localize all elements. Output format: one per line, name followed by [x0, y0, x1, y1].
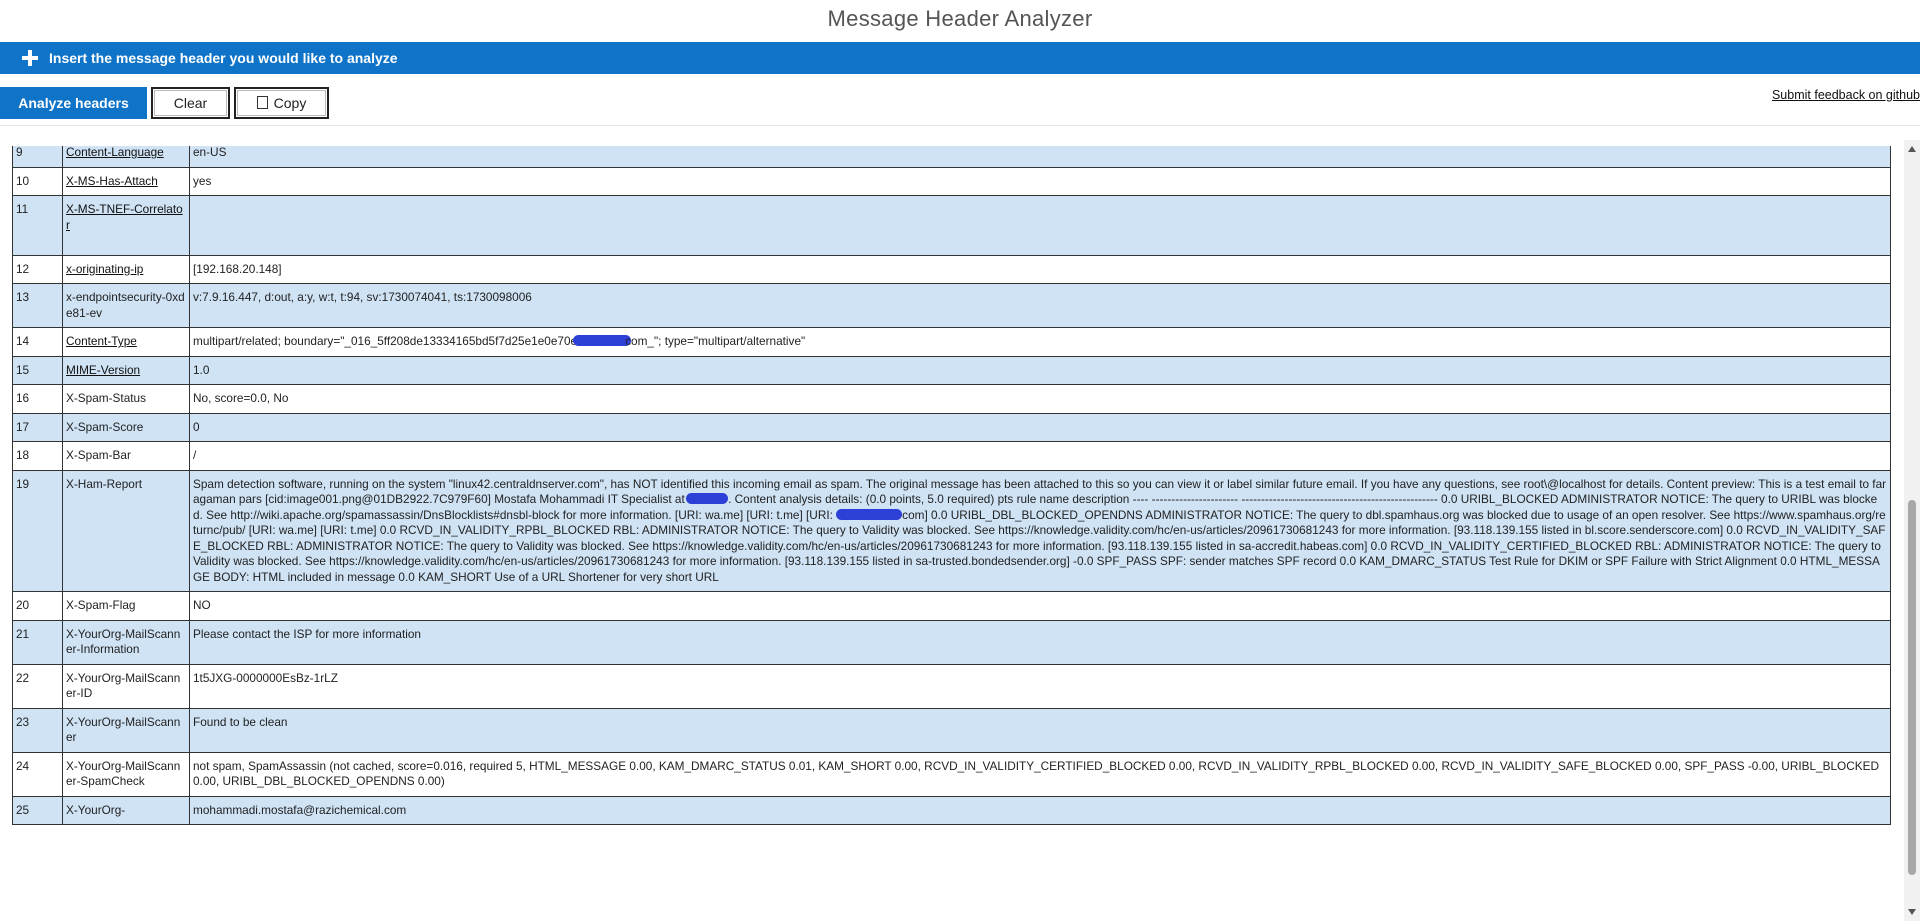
copy-button[interactable]: Copy: [234, 87, 329, 119]
header-value: [189, 195, 1891, 256]
redaction-mark: [686, 493, 729, 504]
header-value: [192.168.20.148]: [189, 254, 1891, 284]
header-name: X-Ham-Report: [62, 469, 190, 592]
redaction-mark: [573, 335, 632, 346]
copy-icon: [253, 92, 268, 109]
table-row: 11 X-MS-TNEF-Correlator: [12, 195, 1891, 256]
row-number: 24: [12, 751, 63, 797]
header-name-link[interactable]: X-MS-TNEF-Correlator: [66, 202, 183, 232]
header-value: 1.0: [189, 355, 1891, 385]
table-row: 22 X-YourOrg-MailScanner-ID 1t5JXG-00000…: [12, 663, 1891, 709]
row-number: 15: [12, 355, 63, 385]
header-value: Spam detection software, running on the …: [189, 469, 1891, 592]
toolbar: Analyze headers Clear Copy Submit feedba…: [0, 84, 1920, 122]
table-row: 17 X-Spam-Score 0: [12, 412, 1891, 442]
row-number: 20: [12, 591, 63, 621]
header-value: multipart/related; boundary="_016_5ff208…: [189, 327, 1891, 357]
insert-header-label: Insert the message header you would like…: [49, 50, 398, 66]
header-name-link[interactable]: MIME-Version: [66, 363, 140, 377]
row-number: 25: [12, 795, 63, 825]
table-row: 15 MIME-Version 1.0: [12, 355, 1891, 385]
header-value: en-US: [189, 146, 1891, 168]
row-number: 21: [12, 619, 63, 665]
table-row: 13 x-endpointsecurity-0xde81-ev v:7.9.16…: [12, 283, 1891, 328]
table-row: 19 X-Ham-Report Spam detection software,…: [12, 469, 1891, 592]
header-value: No, score=0.0, No: [189, 384, 1891, 414]
table-row: 12 x-originating-ip [192.168.20.148]: [12, 254, 1891, 284]
header-name-link[interactable]: X-MS-Has-Attach: [66, 174, 158, 188]
header-name: X-Spam-Status: [62, 384, 190, 414]
header-name: X-YourOrg-: [62, 795, 190, 825]
table-row: 9 Content-Language en-US: [12, 146, 1891, 168]
row-number: 16: [12, 384, 63, 414]
header-value: 1t5JXG-0000000EsBz-1rLZ: [189, 663, 1891, 709]
header-value: yes: [189, 166, 1891, 196]
header-name: X-YourOrg-MailScanner-SpamCheck: [62, 751, 190, 797]
scrollbar-thumb[interactable]: [1908, 500, 1916, 875]
redaction-mark: [836, 508, 903, 520]
header-value: NO: [189, 591, 1891, 621]
table-row: 20 X-Spam-Flag NO: [12, 591, 1891, 621]
row-number: 12: [12, 254, 63, 284]
table-row: 23 X-YourOrg-MailScanner Found to be cle…: [12, 707, 1891, 753]
header-name: x-endpointsecurity-0xde81-ev: [62, 283, 190, 328]
header-name: X-YourOrg-MailScanner-ID: [62, 663, 190, 709]
table-row: 24 X-YourOrg-MailScanner-SpamCheck not s…: [12, 751, 1891, 797]
row-number: 18: [12, 441, 63, 471]
copy-button-label: Copy: [273, 95, 307, 111]
row-number: 14: [12, 327, 63, 357]
header-name: X-Spam-Flag: [62, 591, 190, 621]
header-name-link[interactable]: Content-Type: [66, 334, 137, 348]
headers-table: 9 Content-Language en-US 10 X-MS-Has-Att…: [12, 146, 1891, 825]
header-value: v:7.9.16.447, d:out, a:y, w:t, t:94, sv:…: [189, 283, 1891, 328]
table-row: 21 X-YourOrg-MailScanner-Information Ple…: [12, 619, 1891, 665]
content-type-value-start: multipart/related; boundary="_016_5ff208…: [193, 334, 578, 348]
insert-header-toggle[interactable]: Insert the message header you would like…: [0, 42, 1920, 74]
scroll-up-arrow-icon[interactable]: [1908, 146, 1916, 152]
row-number: 13: [12, 283, 63, 328]
table-row: 14 Content-Type multipart/related; bound…: [12, 327, 1891, 357]
header-value: Please contact the ISP for more informat…: [189, 619, 1891, 665]
submit-feedback-link[interactable]: Submit feedback on github: [1772, 88, 1920, 102]
divider: [0, 125, 1920, 126]
row-number: 9: [12, 146, 63, 168]
table-row: 10 X-MS-Has-Attach yes: [12, 166, 1891, 196]
header-name: X-YourOrg-MailScanner: [62, 707, 190, 753]
scroll-down-arrow-icon[interactable]: [1908, 909, 1916, 915]
row-number: 19: [12, 469, 63, 592]
table-row: 18 X-Spam-Bar /: [12, 441, 1891, 471]
row-number: 17: [12, 412, 63, 442]
header-value: 0: [189, 412, 1891, 442]
row-number: 10: [12, 166, 63, 196]
header-value: /: [189, 441, 1891, 471]
header-value: Found to be clean: [189, 707, 1891, 753]
header-value: not spam, SpamAssassin (not cached, scor…: [189, 751, 1891, 797]
header-name: X-Spam-Bar: [62, 441, 190, 471]
analyze-headers-button[interactable]: Analyze headers: [0, 87, 147, 119]
row-number: 11: [12, 195, 63, 256]
plus-icon: [19, 47, 41, 69]
header-value: mohammadi.mostafa@razichemical.com: [189, 795, 1891, 825]
row-number: 23: [12, 707, 63, 753]
header-name-link[interactable]: Content-Language: [66, 146, 164, 159]
page-title: Message Header Analyzer: [0, 0, 1920, 40]
table-row: 16 X-Spam-Status No, score=0.0, No: [12, 384, 1891, 414]
row-number: 22: [12, 663, 63, 709]
table-row: 25 X-YourOrg- mohammadi.mostafa@razichem…: [12, 795, 1891, 825]
header-name-link[interactable]: x-originating-ip: [66, 262, 143, 276]
clear-button[interactable]: Clear: [151, 87, 230, 119]
header-name: X-Spam-Score: [62, 412, 190, 442]
content-type-value-end: com_"; type="multipart/alternative": [625, 334, 806, 348]
vertical-scrollbar[interactable]: [1904, 140, 1920, 921]
header-name: X-YourOrg-MailScanner-Information: [62, 619, 190, 665]
headers-table-container: 9 Content-Language en-US 10 X-MS-Has-Att…: [0, 146, 1920, 921]
